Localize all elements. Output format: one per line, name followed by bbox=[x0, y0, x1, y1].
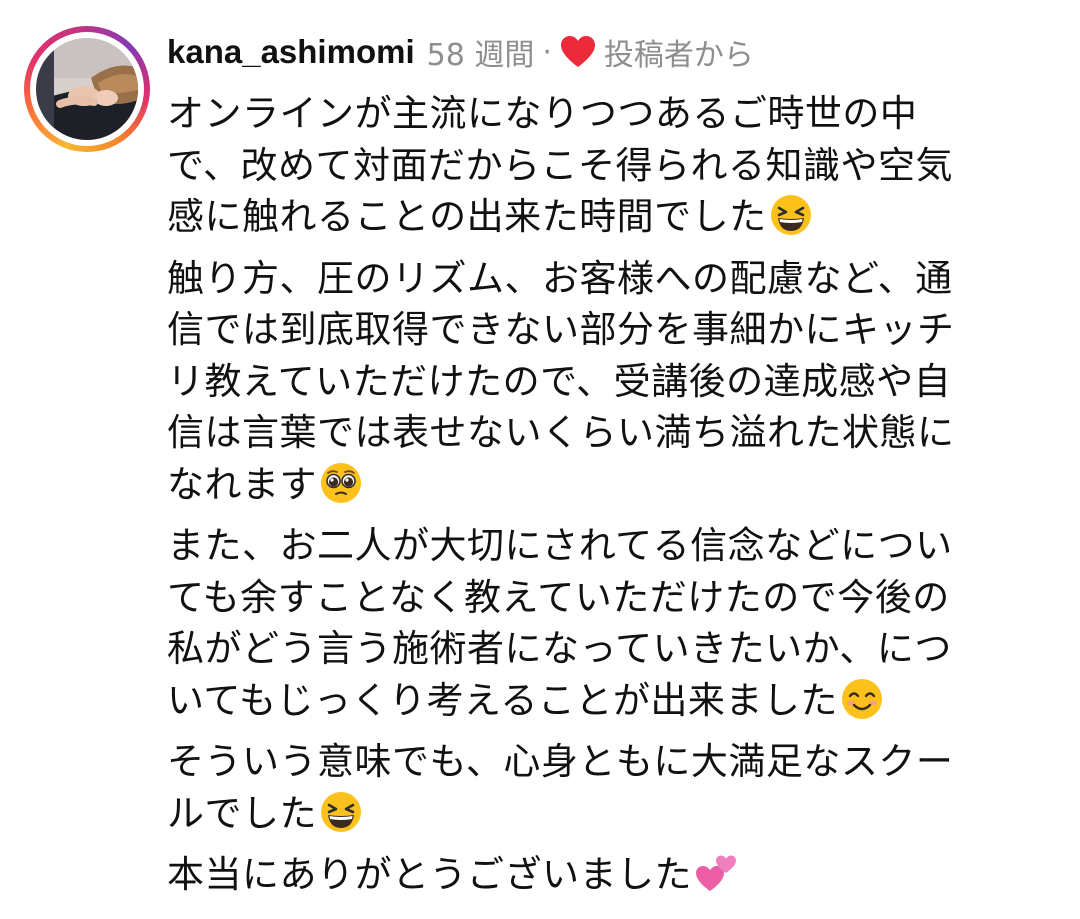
heart-icon bbox=[560, 35, 596, 69]
comment-paragraph: また、お二人が大切にされてる信念などについ ても余すことなく教えていただけたので… bbox=[167, 520, 1067, 726]
comment-line-text: いてもじっくり考えることが出来ました bbox=[167, 678, 838, 722]
meta-separator: · bbox=[542, 34, 552, 70]
liked-by-author-label: 投稿者から bbox=[603, 38, 754, 73]
grinning-squinting-face-emoji bbox=[319, 790, 363, 834]
two-hearts-emoji bbox=[694, 851, 738, 895]
avatar-ring-gap bbox=[30, 32, 144, 146]
comment-line: そういう意味でも、心身ともに大満足なスクー bbox=[167, 740, 954, 783]
avatar-photo bbox=[36, 38, 138, 140]
pleading-face-emoji bbox=[319, 461, 363, 505]
comment-paragraph: 触り方、圧のリズム、お客様への配慮など、通 信では到底取得できない部分を事細かに… bbox=[167, 253, 1067, 511]
comment-line: 触り方、圧のリズム、お客様への配慮など、通 bbox=[167, 256, 953, 300]
comment-line: また、お二人が大切にされてる信念などについ bbox=[167, 524, 953, 567]
grinning-squinting-face-emoji bbox=[769, 193, 813, 237]
comment-line-text: なれます bbox=[167, 462, 317, 506]
comment-line-text: 本当にありがとうございました bbox=[167, 853, 692, 896]
username-link[interactable]: kana_ashimomi bbox=[167, 33, 415, 71]
comment-line: 信は言葉では表せないくらい満ち溢れた状態に bbox=[167, 411, 955, 454]
comment-line: 信では到底取得できない部分を事細かにキッチ bbox=[167, 308, 955, 351]
comment-line: リ教えていただけたので、受講後の達成感や自 bbox=[167, 359, 952, 403]
comment-line: オンラインが主流になりつつあるご時世の中 bbox=[167, 92, 918, 135]
comment-line: ルでした bbox=[167, 788, 1067, 840]
comment-line: いてもじっくり考えることが出来ました bbox=[167, 675, 1067, 727]
avatar[interactable] bbox=[36, 38, 138, 140]
comment-line-text: 感に触れることの出来た時間でした bbox=[167, 195, 767, 238]
heart-icon-svg bbox=[560, 36, 595, 67]
comment-line: ても余すことなく教えていただけたので今後の bbox=[167, 575, 950, 619]
comment-line: 感に触れることの出来た時間でした bbox=[167, 191, 1067, 243]
comment-header: kana_ashimomi 58 週間 · 投稿者から bbox=[167, 28, 754, 76]
comment: kana_ashimomi 58 週間 · 投稿者から オンラインが主流になりつ… bbox=[0, 0, 1080, 919]
smiling-face-emoji bbox=[840, 677, 884, 721]
comment-paragraph: オンラインが主流になりつつあるご時世の中 で、改めて対面だからこそ得られる知識や… bbox=[167, 88, 1067, 243]
comment-line-text: ルでした bbox=[167, 791, 317, 835]
comment-paragraph: 本当にありがとうございました bbox=[167, 849, 1067, 901]
comment-line: で、改めて対面だからこそ得られる知識や空気 bbox=[167, 143, 954, 187]
comment-body: オンラインが主流になりつつあるご時世の中 で、改めて対面だからこそ得られる知識や… bbox=[167, 88, 1067, 901]
comment-line: なれます bbox=[167, 459, 1067, 511]
comment-paragraph: そういう意味でも、心身ともに大満足なスクー ルでした bbox=[167, 736, 1067, 839]
comment-line: 私がどう言う施術者になっていきたいか、につ bbox=[167, 627, 952, 670]
comment-line: 本当にありがとうございました bbox=[167, 849, 1067, 901]
comment-age[interactable]: 58 週間 bbox=[427, 30, 535, 74]
avatar-story-ring[interactable] bbox=[24, 26, 150, 152]
